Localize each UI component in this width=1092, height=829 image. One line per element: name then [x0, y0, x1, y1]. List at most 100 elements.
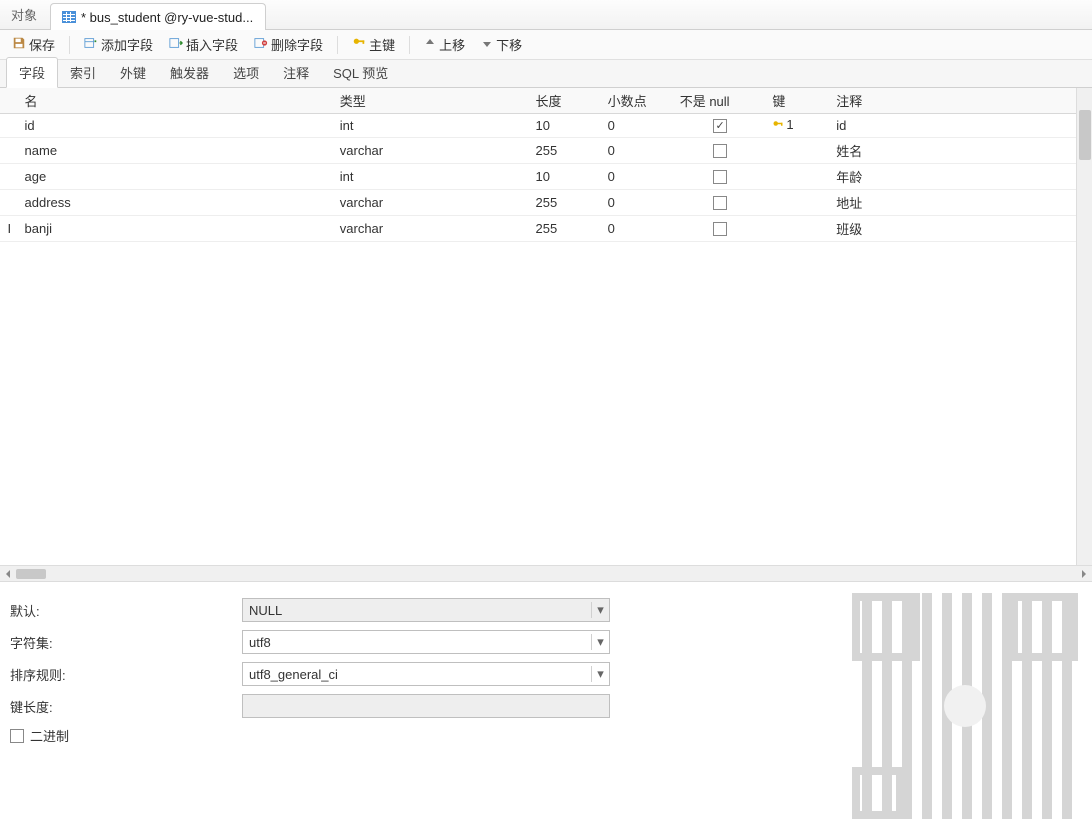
panel-tab-sql[interactable]: SQL 预览: [321, 58, 400, 87]
cell-notnull[interactable]: [674, 137, 767, 163]
cell-type[interactable]: int: [334, 114, 530, 138]
binary-label: 二进制: [30, 726, 69, 745]
tab-table[interactable]: * bus_student @ry-vue-stud...: [50, 3, 266, 30]
scroll-right-icon[interactable]: [1076, 566, 1092, 582]
panel-tab-comment[interactable]: 注释: [271, 58, 321, 87]
arrow-down-icon: [481, 37, 493, 52]
cell-name[interactable]: name: [19, 137, 334, 163]
vertical-scrollbar[interactable]: [1076, 88, 1092, 565]
table-row[interactable]: idint100 1id: [0, 114, 1092, 138]
key-icon: [352, 36, 366, 53]
cell-length[interactable]: 255: [530, 137, 602, 163]
cell-comment[interactable]: id: [830, 114, 1092, 138]
move-up-button[interactable]: 上移: [418, 33, 471, 56]
row-marker: [0, 114, 19, 138]
col-length[interactable]: 长度: [530, 88, 602, 114]
cell-key[interactable]: [766, 137, 830, 163]
scroll-left-icon[interactable]: [0, 566, 16, 582]
save-button[interactable]: 保存: [6, 33, 61, 56]
binary-checkbox[interactable]: 二进制: [10, 726, 650, 745]
collation-value: utf8_general_ci: [243, 667, 591, 682]
cell-key[interactable]: [766, 215, 830, 241]
charset-combo[interactable]: utf8 ▾: [242, 630, 610, 654]
cell-type[interactable]: varchar: [334, 215, 530, 241]
primary-key-button[interactable]: 主键: [346, 33, 401, 56]
primary-key-label: 主键: [369, 35, 395, 54]
cell-decimals[interactable]: 0: [602, 189, 674, 215]
col-name[interactable]: 名: [19, 88, 334, 114]
toolbar: 保存 添加字段 插入字段 删除字段 主键 上移 下移: [0, 30, 1092, 60]
scrollbar-thumb[interactable]: [1079, 110, 1091, 160]
panel-tab-fk[interactable]: 外键: [108, 58, 158, 87]
table-row[interactable]: addressvarchar2550 地址: [0, 189, 1092, 215]
keylength-label: 键长度:: [10, 697, 242, 716]
cell-name[interactable]: id: [19, 114, 334, 138]
checkbox-icon[interactable]: [713, 119, 727, 133]
collation-combo[interactable]: utf8_general_ci ▾: [242, 662, 610, 686]
cell-length[interactable]: 255: [530, 189, 602, 215]
qr-watermark-slot: [660, 582, 1092, 829]
col-notnull[interactable]: 不是 null: [674, 88, 767, 114]
add-field-button[interactable]: 添加字段: [78, 33, 159, 56]
move-down-button[interactable]: 下移: [475, 33, 528, 56]
cell-length[interactable]: 10: [530, 163, 602, 189]
cell-type[interactable]: varchar: [334, 137, 530, 163]
row-marker: [0, 163, 19, 189]
cell-type[interactable]: varchar: [334, 189, 530, 215]
table-row[interactable]: Ibanjivarchar2550班级: [0, 215, 1092, 241]
cell-length[interactable]: 255: [530, 215, 602, 241]
panel-tab-options[interactable]: 选项: [221, 58, 271, 87]
cell-name[interactable]: age: [19, 163, 334, 189]
keylength-input[interactable]: [242, 694, 610, 718]
cell-comment[interactable]: 班级: [830, 215, 1092, 241]
cell-decimals[interactable]: 0: [602, 137, 674, 163]
cell-key[interactable]: [766, 189, 830, 215]
panel-tab-triggers[interactable]: 触发器: [158, 58, 221, 87]
move-up-label: 上移: [439, 35, 465, 54]
col-comment[interactable]: 注释: [830, 88, 1092, 114]
table-row[interactable]: ageint100 年龄: [0, 163, 1092, 189]
cell-name[interactable]: banji: [19, 215, 334, 241]
col-marker: [0, 88, 19, 114]
properties-panel: 默认: NULL ▾ 字符集: utf8 ▾ 排序规则: utf8_genera…: [0, 581, 1092, 829]
add-field-icon: [84, 36, 98, 53]
cell-name[interactable]: address: [19, 189, 334, 215]
cell-length[interactable]: 10: [530, 114, 602, 138]
table-row[interactable]: namevarchar2550 姓名: [0, 137, 1092, 163]
horizontal-scrollbar[interactable]: [0, 565, 1092, 581]
cell-comment[interactable]: 姓名: [830, 137, 1092, 163]
charset-label: 字符集:: [10, 633, 242, 652]
tab-objects[interactable]: 对象: [0, 0, 50, 29]
default-combo[interactable]: NULL ▾: [242, 598, 610, 622]
move-down-label: 下移: [496, 35, 522, 54]
cell-notnull[interactable]: [674, 114, 767, 138]
cell-decimals[interactable]: 0: [602, 215, 674, 241]
checkbox-icon[interactable]: [713, 170, 727, 184]
scrollbar-thumb[interactable]: [16, 569, 46, 579]
delete-field-button[interactable]: 删除字段: [248, 33, 329, 56]
cell-notnull[interactable]: [674, 189, 767, 215]
col-type[interactable]: 类型: [334, 88, 530, 114]
cell-decimals[interactable]: 0: [602, 163, 674, 189]
collation-label: 排序规则:: [10, 665, 242, 684]
cell-type[interactable]: int: [334, 163, 530, 189]
panel-tabs: 字段 索引 外键 触发器 选项 注释 SQL 预览: [0, 60, 1092, 88]
cell-comment[interactable]: 年龄: [830, 163, 1092, 189]
separator: [69, 36, 70, 54]
checkbox-icon[interactable]: [713, 196, 727, 210]
col-key[interactable]: 键: [766, 88, 830, 114]
col-decimals[interactable]: 小数点: [602, 88, 674, 114]
checkbox-icon[interactable]: [713, 222, 727, 236]
checkbox-icon[interactable]: [713, 144, 727, 158]
cell-key[interactable]: [766, 163, 830, 189]
cell-decimals[interactable]: 0: [602, 114, 674, 138]
cell-key[interactable]: 1: [766, 114, 830, 138]
cell-comment[interactable]: 地址: [830, 189, 1092, 215]
insert-field-button[interactable]: 插入字段: [163, 33, 244, 56]
cell-notnull[interactable]: [674, 215, 767, 241]
insert-field-label: 插入字段: [186, 35, 238, 54]
panel-tab-fields[interactable]: 字段: [6, 57, 58, 88]
cell-notnull[interactable]: [674, 163, 767, 189]
fields-grid[interactable]: 名 类型 长度 小数点 不是 null 键 注释 idint100 1idnam…: [0, 88, 1092, 242]
panel-tab-indexes[interactable]: 索引: [58, 58, 108, 87]
